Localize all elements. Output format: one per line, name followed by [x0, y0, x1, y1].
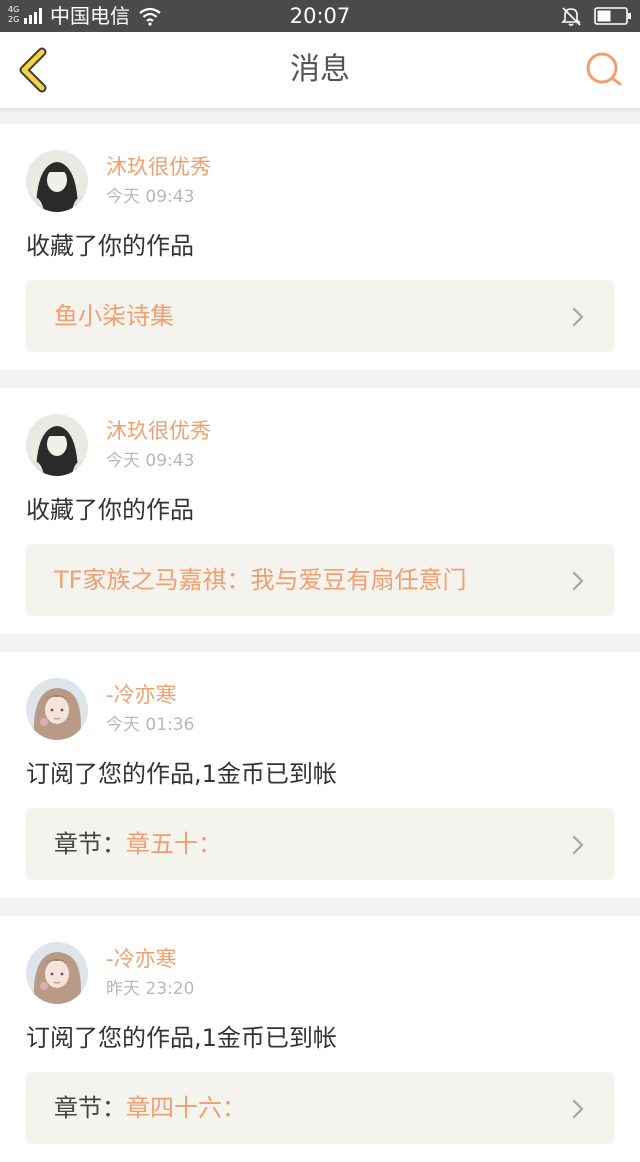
silent-bell-icon	[560, 5, 582, 31]
username[interactable]: -冷亦寒	[106, 946, 177, 972]
work-link-text: 章节：章五十：	[54, 808, 222, 880]
message-time: 昨天 23:20	[106, 979, 195, 999]
search-button[interactable]	[580, 48, 628, 92]
avatar[interactable]	[26, 414, 88, 476]
message-time: 今天 09:43	[106, 187, 195, 207]
app-header: 消息	[0, 32, 640, 109]
work-title: TF家族之马嘉祺：我与爱豆有扇任意门	[54, 566, 467, 594]
message-action: 订阅了您的作品,1金币已到帐	[26, 1024, 337, 1052]
work-link[interactable]: TF家族之马嘉祺：我与爱豆有扇任意门	[26, 544, 614, 616]
status-bar: 4G 2G 中国电信 20:07	[0, 0, 640, 32]
chevron-right-icon	[570, 834, 586, 860]
work-link[interactable]: 章节：章四十六：	[26, 1072, 614, 1144]
work-title: 章四十六：	[126, 1094, 246, 1122]
search-icon	[580, 52, 628, 96]
message-action: 收藏了你的作品	[26, 232, 194, 260]
message-card: -冷亦寒 昨天 23:20 订阅了您的作品,1金币已到帐 章节：章四十六：	[0, 916, 640, 1162]
username[interactable]: 沐玖很优秀	[106, 154, 211, 180]
username[interactable]: 沐玖很优秀	[106, 418, 211, 444]
work-link-text: 章节：章四十六：	[54, 1072, 246, 1144]
back-button[interactable]	[12, 46, 56, 94]
work-link-text: 鱼小柒诗集	[54, 280, 174, 352]
message-action: 订阅了您的作品,1金币已到帐	[26, 760, 337, 788]
battery-icon	[594, 7, 632, 29]
username[interactable]: -冷亦寒	[106, 682, 177, 708]
page-title: 消息	[290, 52, 350, 87]
message-card: 沐玖很优秀 今天 09:43 收藏了你的作品 鱼小柒诗集	[0, 124, 640, 370]
avatar[interactable]	[26, 678, 88, 740]
avatar[interactable]	[26, 150, 88, 212]
chevron-right-icon	[570, 570, 586, 596]
chevron-left-icon	[12, 47, 56, 98]
message-time: 今天 01:36	[106, 715, 195, 735]
status-time: 20:07	[289, 4, 351, 28]
work-link-text: TF家族之马嘉祺：我与爱豆有扇任意门	[54, 544, 466, 616]
work-prefix: 章节：	[54, 830, 126, 858]
message-time: 今天 09:43	[106, 451, 195, 471]
chevron-right-icon	[570, 1098, 586, 1124]
work-prefix: 章节：	[54, 1094, 126, 1122]
work-title: 鱼小柒诗集	[54, 302, 174, 330]
message-card: -冷亦寒 今天 01:36 订阅了您的作品,1金币已到帐 章节：章五十：	[0, 652, 640, 898]
chevron-right-icon	[570, 306, 586, 332]
work-title: 章五十：	[126, 830, 222, 858]
message-action: 收藏了你的作品	[26, 496, 194, 524]
work-link[interactable]: 章节：章五十：	[26, 808, 614, 880]
message-card: 沐玖很优秀 今天 09:43 收藏了你的作品 TF家族之马嘉祺：我与爱豆有扇任意…	[0, 388, 640, 634]
avatar[interactable]	[26, 942, 88, 1004]
work-link[interactable]: 鱼小柒诗集	[26, 280, 614, 352]
